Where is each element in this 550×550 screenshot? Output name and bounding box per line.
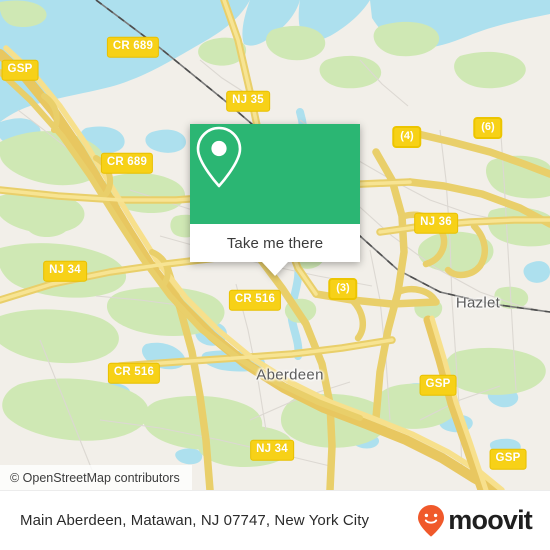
road-shield: NJ 34 (250, 439, 294, 461)
road-shield: CR 689 (106, 36, 160, 58)
attribution-text: © OpenStreetMap contributors (10, 470, 180, 485)
road-shield: NJ 35 (226, 90, 270, 112)
map-canvas[interactable]: GSP CR 689 NJ 35 CR 689 NJ 36 NJ 34 CR 516 CR 5… (0, 0, 550, 490)
exit-marker: (6) (473, 117, 503, 139)
road-shield: NJ 36 (414, 212, 458, 234)
road-shield: CR 516 (107, 362, 161, 384)
exit-marker: (4) (392, 126, 422, 148)
moovit-wordmark: moovit (448, 505, 533, 535)
popup-tail (262, 262, 288, 276)
place-label: Hazlet (455, 294, 501, 312)
address-label: Main Aberdeen, Matawan, NJ 07747, New Yo… (20, 512, 370, 529)
take-me-there-label: Take me there (226, 234, 324, 252)
map-pin-icon (196, 126, 242, 188)
popup-action-bar[interactable]: Take me there (190, 224, 360, 262)
road-shield: GSP (1, 59, 39, 81)
place-label: Aberdeen (256, 366, 324, 384)
road-shield: CR 689 (100, 152, 154, 174)
moovit-logo[interactable]: moovit (416, 504, 533, 538)
exit-marker: (3) (328, 278, 358, 300)
road-shield: GSP (489, 448, 527, 470)
moovit-pin-icon (418, 504, 445, 537)
map-attribution[interactable]: © OpenStreetMap contributors (0, 465, 192, 490)
popup-header (190, 124, 360, 224)
map-screenshot: GSP CR 689 NJ 35 CR 689 NJ 36 NJ 34 CR 516 CR 5… (0, 0, 550, 550)
location-popup[interactable]: Take me there (190, 124, 360, 276)
road-shield: CR 516 (228, 289, 282, 311)
road-shield: GSP (419, 374, 457, 396)
road-shield: NJ 34 (43, 260, 87, 282)
footer-bar: Main Aberdeen, Matawan, NJ 07747, New Yo… (0, 490, 550, 550)
